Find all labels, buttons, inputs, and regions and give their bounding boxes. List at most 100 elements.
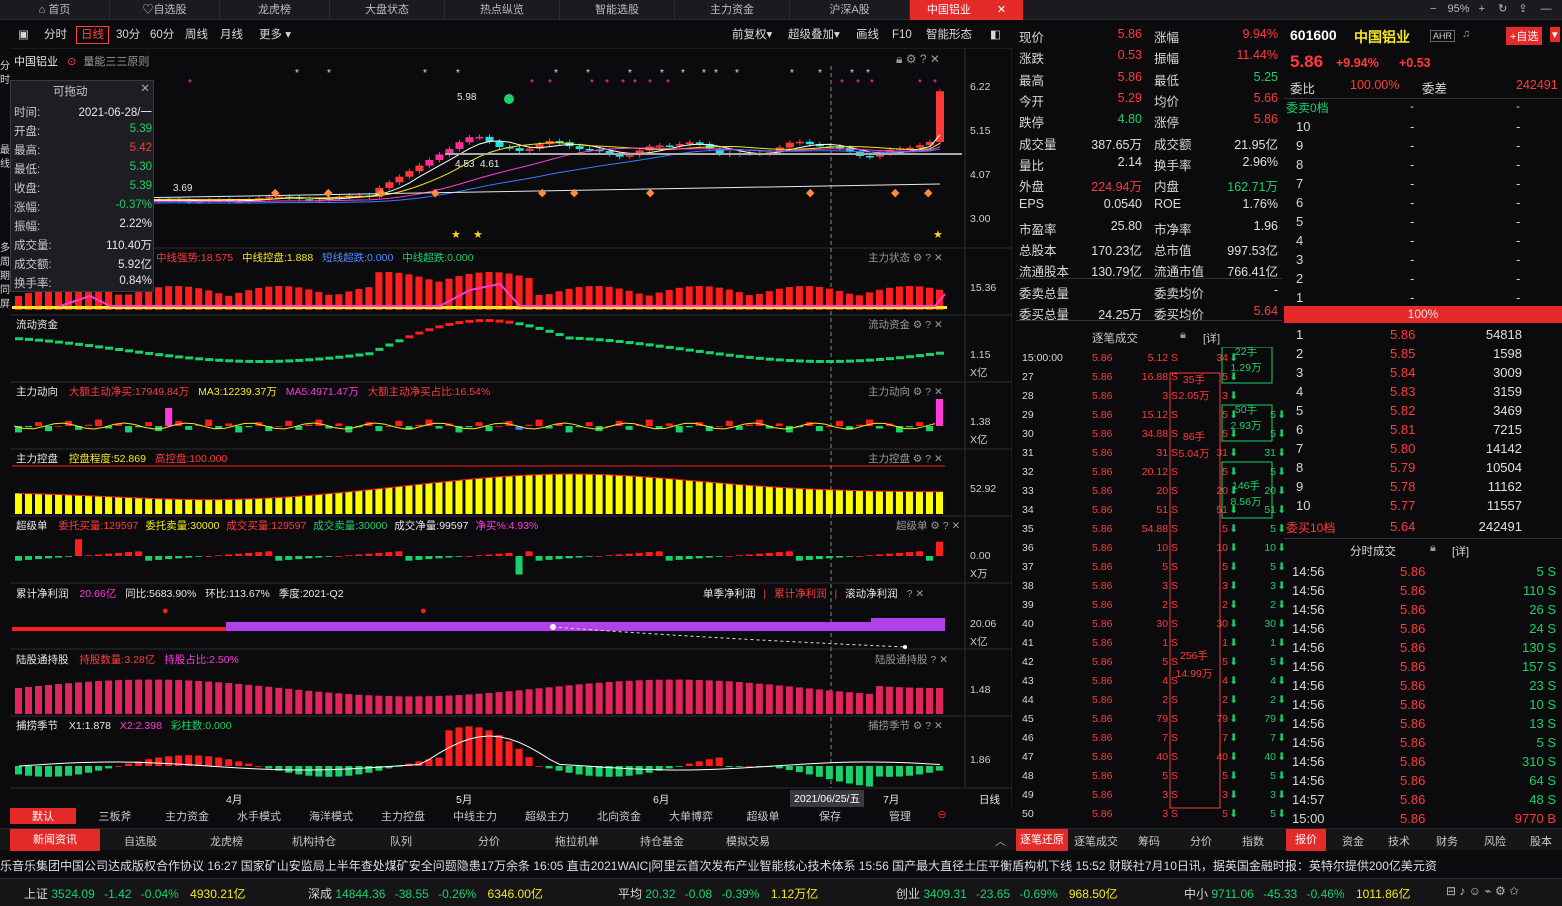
lower-tab[interactable]: 队列 [390, 833, 412, 849]
help-icon[interactable]: ? [930, 654, 936, 666]
help-icon[interactable]: ? [925, 386, 931, 398]
right-tab[interactable]: 逐笔成交 [1074, 833, 1118, 849]
tab-dragon-tiger[interactable]: 龙虎榜 [220, 0, 330, 20]
minus-icon[interactable]: − [1430, 3, 1436, 15]
bell-icon[interactable]: ♪ [1459, 884, 1465, 898]
template-tab[interactable]: 大单博弈 [658, 808, 724, 824]
template-tab[interactable]: 海洋模式 [298, 808, 364, 824]
template-tab[interactable]: 水手模式 [226, 808, 292, 824]
right-tab[interactable]: 股本 [1530, 833, 1552, 849]
gear-icon[interactable]: ⚙ [913, 252, 922, 264]
right-tab[interactable]: 筹码 [1138, 833, 1160, 849]
period-60m[interactable]: 60分 [146, 26, 178, 44]
template-tab[interactable]: 三板斧 [82, 808, 148, 824]
index-item[interactable]: 中小 9711.06 -45.33 -0.46% 1011.86亿 [1184, 885, 1410, 902]
news-ticker[interactable]: 乐音乐集团中国公司达成版权合作协议 16:27 国家矿山安监局上半年查处煤矿安全… [0, 852, 1562, 876]
lower-tab[interactable]: 拖拉机单 [555, 833, 599, 849]
trades-detail-link[interactable]: [详] [1203, 330, 1220, 346]
lower-tab[interactable]: 持仓基金 [640, 833, 684, 849]
template-tab[interactable]: 默认 [10, 808, 76, 824]
minute-detail-link[interactable]: [详] [1452, 543, 1469, 559]
add-watchlist-button[interactable]: +自选 [1506, 27, 1543, 45]
help-icon[interactable]: ? [925, 720, 931, 732]
right-tab[interactable]: 资金 [1342, 833, 1364, 849]
right-tab[interactable]: 风险 [1484, 833, 1506, 849]
close-icon[interactable]: ✕ [930, 52, 940, 66]
news-tab[interactable]: 新闻资讯 [10, 829, 100, 851]
right-tab[interactable]: 财务 [1436, 833, 1458, 849]
tab-smart-pick[interactable]: 智能选股 [560, 0, 675, 20]
window-icon[interactable]: ⊟ [1446, 884, 1456, 898]
f10-button[interactable]: F10 [888, 26, 916, 44]
lower-tab[interactable]: 龙虎榜 [210, 833, 243, 849]
period-monthly[interactable]: 月线 [216, 26, 247, 44]
tab-watchlist[interactable]: ♡自选股 [110, 0, 220, 20]
period-intraday[interactable]: 分时 [40, 26, 71, 44]
index-item[interactable]: 上证 3524.09 -1.42 -0.04% 4930.21亿 [24, 885, 246, 902]
gear-icon[interactable]: ⚙ [930, 520, 939, 532]
lock-icon[interactable]: 🔒︎ [896, 52, 902, 66]
index-item[interactable]: 创业 3409.31 -23.65 -0.69% 968.50亿 [896, 885, 1118, 902]
gear-icon[interactable]: ⚙ [913, 319, 922, 331]
help-icon[interactable]: ? [925, 453, 931, 465]
chart-icon[interactable]: ⌁ [1484, 884, 1491, 898]
period-daily[interactable]: 日线 [76, 26, 109, 44]
plus-icon[interactable]: + [1479, 3, 1485, 15]
help-icon[interactable]: ? [925, 252, 931, 264]
index-item[interactable]: 深成 14844.36 -38.55 -0.26% 6346.00亿 [308, 885, 543, 902]
gear-icon[interactable]: ⚙ [913, 386, 922, 398]
right-tab[interactable]: 分价 [1190, 833, 1212, 849]
collapse-icon[interactable]: ⊖ [934, 808, 950, 821]
index-item[interactable]: 平均 20.32 -0.08 -0.39% 1.12万亿 [618, 885, 818, 902]
template-tab[interactable]: 超级单 [730, 808, 796, 824]
lower-tab[interactable]: 模拟交易 [726, 833, 770, 849]
gear-icon[interactable]: ⚙ [913, 453, 922, 465]
single-quarter-button[interactable]: 单季净利润 [703, 588, 756, 600]
tab-market-state[interactable]: 大盘状态 [330, 0, 445, 20]
star-icon[interactable]: ✩ [1509, 884, 1519, 898]
lower-tab[interactable]: 机构持仓 [292, 833, 336, 849]
gear-icon[interactable]: ⚙ [906, 52, 917, 66]
close-icon[interactable]: ✕ [934, 319, 943, 331]
template-tab[interactable]: 北向资金 [586, 808, 652, 824]
lower-tab[interactable]: 自选股 [124, 833, 157, 849]
cumulative-button[interactable]: 累计净利润 [774, 588, 827, 600]
period-weekly[interactable]: 周线 [181, 26, 212, 44]
rule-label[interactable]: 量能三三原则 [83, 56, 149, 68]
close-icon[interactable]: ✕ [915, 588, 924, 600]
sidebar-toggle-icon[interactable]: ◧ [986, 26, 1005, 44]
template-tab[interactable]: 主力资金 [154, 808, 220, 824]
ahr-badge[interactable]: AHR [1430, 30, 1456, 42]
tab-chalco[interactable]: 中国铝业 ✕ [910, 0, 1024, 20]
close-icon[interactable]: ✕ [934, 252, 943, 264]
smart-pattern-button[interactable]: 智能形态 [922, 26, 976, 44]
help-icon[interactable]: ? [920, 52, 927, 66]
lower-tab[interactable]: 分价 [478, 833, 500, 849]
layout-icon[interactable]: ▣ [14, 26, 33, 44]
settings-icon[interactable]: ⚙ [1495, 884, 1506, 898]
lock-icon[interactable]: 🔒︎ [1430, 542, 1436, 555]
close-icon[interactable]: ✕ [934, 453, 943, 465]
user-icon[interactable]: ☺ [1469, 884, 1481, 898]
close-icon[interactable]: ✕ [140, 81, 150, 95]
template-tab[interactable]: 中线主力 [442, 808, 508, 824]
help-icon[interactable]: ? [925, 319, 931, 331]
adjust-select[interactable]: 前复权▾ [728, 26, 776, 44]
rolling-button[interactable]: 滚动净利润 [845, 588, 898, 600]
right-tab[interactable]: 指数 [1242, 833, 1264, 849]
save-button[interactable]: 保存 [800, 808, 860, 824]
right-tab[interactable]: 报价 [1286, 829, 1326, 851]
crosshair-info-box[interactable]: 可拖动 ✕ 时间: 2021-06-28/一 开盘: 5.39 最高: 5.42 最低… [10, 80, 154, 292]
close-icon[interactable]: ✕ [939, 654, 948, 666]
help-icon[interactable]: ? [907, 588, 913, 600]
close-icon[interactable]: ✕ [934, 386, 943, 398]
right-tab[interactable]: 技术 [1388, 833, 1410, 849]
tab-main-funds[interactable]: 主力资金 [675, 0, 790, 20]
tab-hot-overview[interactable]: 热点纵览 [445, 0, 560, 20]
period-more[interactable]: 更多 ▾ [255, 26, 295, 44]
gear-icon[interactable]: ⚙ [913, 720, 922, 732]
manage-button[interactable]: 管理 [870, 808, 930, 824]
expand-up-icon[interactable]: ︿ [995, 833, 1006, 849]
help-icon[interactable]: ? [943, 520, 949, 532]
tab-hs-a[interactable]: 沪深A股 [790, 0, 910, 20]
